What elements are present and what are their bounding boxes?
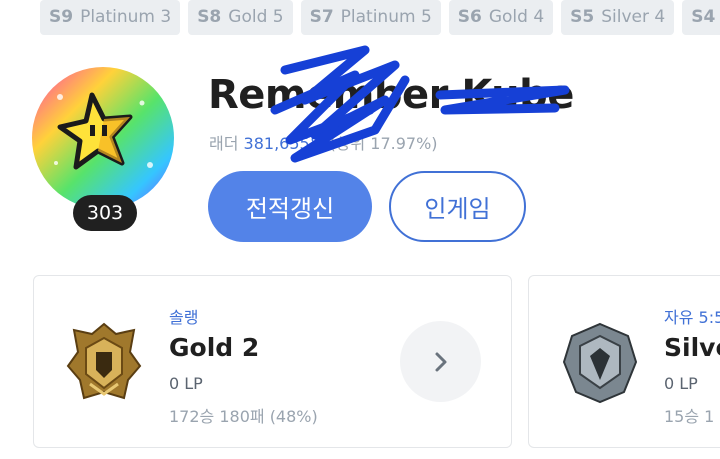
queue-label: 자유 5:5 [664,308,720,327]
rank-card-flex: 자유 5:5 Silver 0 LP 15승 1 [528,275,720,448]
refresh-button[interactable]: 전적갱신 [208,171,372,242]
league-points: 0 LP [664,374,698,393]
tier-name: Silver [664,333,720,362]
league-points: 0 LP [169,374,203,393]
queue-label: 솔랭 [169,308,199,327]
win-loss-record: 15승 1 [664,407,715,426]
rank-detail-button[interactable] [400,321,481,402]
season-pill: S4 [682,0,720,35]
gold-emblem-icon [66,322,142,400]
chevron-right-icon [435,352,446,371]
ladder-rank-number: 381,655위 [243,134,325,153]
tier-name: Gold 2 [169,333,260,362]
silver-emblem-icon [562,322,638,404]
rank-card-solo: 솔랭 Gold 2 0 LP 172승 180패 (48%) [33,275,512,448]
win-loss-record: 172승 180패 (48%) [169,407,318,426]
ladder-label: 래더 [209,134,239,153]
season-pill: S5 Silver 4 [561,0,675,35]
season-pill: S6 Gold 4 [448,0,554,35]
summoner-level-badge: 303 [73,195,137,231]
ladder-rank: 래더 381,655위 (상위 17.97%) [209,130,438,154]
ladder-top-percent: (상위 17.97%) [329,134,438,153]
season-history: S9 Platinum 3 S8 Gold 5 S7 Platinum 5 S6 Gol… [40,0,720,35]
season-pill: S9 Platinum 3 [40,0,181,35]
season-pill: S7 Platinum 5 [300,0,441,35]
profile-icon [32,67,174,209]
ingame-button[interactable]: 인게임 [389,171,526,242]
summoner-name: Remember Kube [208,72,574,118]
season-pill: S8 Gold 5 [188,0,293,35]
